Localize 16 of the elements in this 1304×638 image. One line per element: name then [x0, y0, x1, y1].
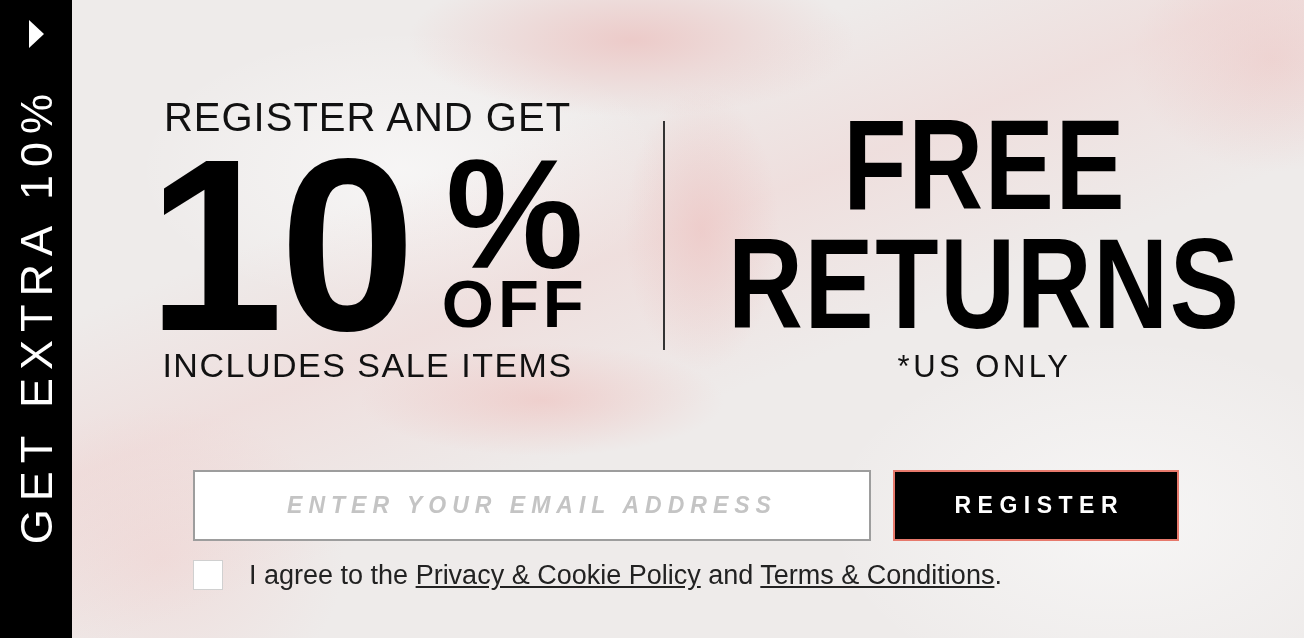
- offer-note: INCLUDES SALE ITEMS: [162, 348, 573, 382]
- register-button[interactable]: REGISTER: [893, 470, 1179, 541]
- off-label: OFF: [441, 278, 588, 330]
- terms-link[interactable]: Terms & Conditions: [760, 560, 995, 590]
- consent-text: I agree to the Privacy & Cookie Policy and Terms & Conditions.: [249, 560, 1002, 590]
- caret-icon: [28, 20, 44, 48]
- headline-text: FREE: [843, 105, 1126, 224]
- percent-sign: %: [445, 156, 584, 274]
- discount-amount: 10: [147, 150, 412, 340]
- offer-intro: REGISTER AND GET: [163, 97, 572, 137]
- side-tab[interactable]: GET EXTRA 10%: [0, 0, 72, 638]
- consent-checkbox[interactable]: [193, 560, 223, 590]
- headline-text: RETURNS: [728, 224, 1241, 343]
- privacy-policy-link[interactable]: Privacy & Cookie Policy: [415, 560, 701, 590]
- returns-note: *US ONLY: [897, 351, 1072, 382]
- email-field[interactable]: ENTER YOUR EMAIL ADDRESS: [193, 470, 871, 541]
